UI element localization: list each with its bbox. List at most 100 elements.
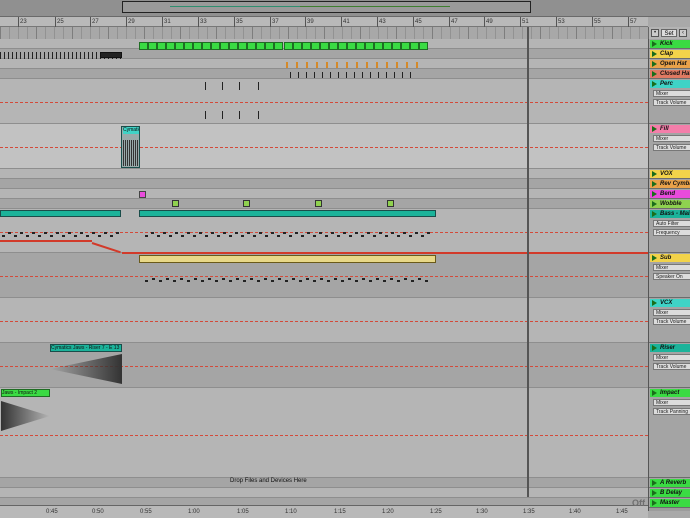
kick-clip[interactable]	[139, 42, 148, 50]
kick-clip[interactable]	[419, 42, 428, 50]
track-header[interactable]: Open Hat	[649, 59, 690, 69]
automation-chooser[interactable]: Mixer	[653, 399, 690, 406]
kick-clip[interactable]	[211, 42, 220, 50]
track-header[interactable]: Wobble	[649, 199, 690, 209]
track-fold-icon[interactable]	[652, 71, 657, 77]
track-fold-icon[interactable]	[652, 480, 657, 486]
track-lane[interactable]	[0, 179, 648, 189]
track-fold-icon[interactable]	[652, 181, 657, 187]
track-header[interactable]: VOX	[649, 169, 690, 179]
track-header[interactable]: Rev Cymbal	[649, 179, 690, 189]
kick-clip[interactable]	[265, 42, 274, 50]
track-header[interactable]: Perc Mixer Track Volume	[649, 79, 690, 124]
loop-end-marker[interactable]	[527, 27, 529, 497]
kick-clip[interactable]	[175, 42, 184, 50]
kick-clip[interactable]	[193, 42, 202, 50]
kick-clip[interactable]	[365, 42, 374, 50]
overview-visible-region[interactable]	[122, 1, 531, 13]
kick-clip[interactable]	[157, 42, 166, 50]
kick-clip[interactable]	[356, 42, 365, 50]
track-fold-icon[interactable]	[652, 61, 657, 67]
back-to-arrangement-icon[interactable]: •	[651, 29, 659, 37]
track-fold-icon[interactable]	[652, 191, 657, 197]
kick-clip[interactable]	[184, 42, 193, 50]
track-fold-icon[interactable]	[652, 126, 657, 132]
track-lane[interactable]	[0, 488, 648, 498]
track-header[interactable]: Fill Mixer Track Volume	[649, 124, 690, 169]
track-header[interactable]: VCX Mixer Track Volume	[649, 298, 690, 343]
automation-chooser[interactable]: Track Volume	[653, 144, 690, 151]
track-header[interactable]: Impact Mixer Track Panning	[649, 388, 690, 478]
impact-audio-clip[interactable]: Jaws - Impact 2	[0, 389, 50, 431]
track-header[interactable]: Master	[649, 498, 690, 508]
bass-clip[interactable]	[139, 210, 436, 217]
kick-clip[interactable]	[302, 42, 311, 50]
kick-clip[interactable]	[392, 42, 401, 50]
track-fold-icon[interactable]	[652, 345, 657, 351]
automation-chooser[interactable]: Track Volume	[653, 363, 690, 370]
kick-clip[interactable]	[229, 42, 238, 50]
track-fold-icon[interactable]	[652, 500, 657, 506]
track-lane[interactable]	[0, 49, 648, 59]
track-fold-icon[interactable]	[652, 41, 657, 47]
bend-clip[interactable]	[139, 191, 146, 198]
kick-clip[interactable]	[284, 42, 293, 50]
locator-set-button[interactable]: Set	[661, 29, 677, 37]
track-fold-icon[interactable]	[652, 51, 657, 57]
previous-locator-icon[interactable]: ‹	[679, 29, 687, 37]
automation-chooser[interactable]: Mixer	[653, 90, 690, 97]
automation-chooser[interactable]: Mixer	[653, 135, 690, 142]
track-header[interactable]: Bass - MainAuto FilterFrequency	[649, 209, 690, 253]
track-fold-icon[interactable]	[652, 300, 657, 306]
kick-clip[interactable]	[166, 42, 175, 50]
kick-clip[interactable]	[293, 42, 302, 50]
track-header[interactable]: Closed Hat	[649, 69, 690, 79]
kick-clip[interactable]	[374, 42, 383, 50]
kick-clip[interactable]	[247, 42, 256, 50]
automation-chooser[interactable]: Mixer	[653, 309, 690, 316]
track-lane[interactable]	[0, 478, 648, 488]
automation-chooser[interactable]: Track Panning	[653, 408, 690, 415]
automation-chooser[interactable]: Speaker On	[653, 273, 690, 280]
automation-chooser[interactable]: Mixer	[653, 354, 690, 361]
track-fold-icon[interactable]	[652, 81, 657, 87]
track-lane[interactable]	[0, 189, 648, 199]
track-header[interactable]: A Reverb	[649, 478, 690, 488]
kick-clip[interactable]	[410, 42, 419, 50]
kick-clip[interactable]	[401, 42, 410, 50]
kick-clip[interactable]	[320, 42, 329, 50]
wobble-clip[interactable]	[243, 200, 250, 207]
track-header[interactable]: Clap	[649, 49, 690, 59]
track-fold-icon[interactable]	[652, 201, 657, 207]
wobble-clip[interactable]	[315, 200, 322, 207]
kick-clip[interactable]	[256, 42, 265, 50]
track-lane[interactable]	[0, 169, 648, 179]
track-lane[interactable]	[0, 388, 648, 478]
arrangement-grid[interactable]: Cymatic Cymatics Jaws - Riser 7 - E 13 Jaw…	[0, 27, 648, 508]
track-header[interactable]: B Delay	[649, 488, 690, 498]
kick-clip[interactable]	[274, 42, 283, 50]
track-fold-icon[interactable]	[652, 211, 657, 217]
wobble-clip[interactable]	[172, 200, 179, 207]
kick-clip[interactable]	[311, 42, 320, 50]
track-lane[interactable]	[0, 59, 648, 69]
arrangement-overview[interactable]	[0, 0, 690, 17]
automation-chooser[interactable]: Track Volume	[653, 99, 690, 106]
sub-clip[interactable]	[139, 255, 436, 263]
kick-clip[interactable]	[338, 42, 347, 50]
time-ruler[interactable]: 0:45 0:50 0:55 1:00 1:05 1:10 1:15 1:20 1:25 1:30…	[0, 505, 648, 518]
bass-clip[interactable]	[0, 210, 121, 217]
track-lane[interactable]	[0, 69, 648, 79]
kick-clip[interactable]	[383, 42, 392, 50]
track-fold-icon[interactable]	[652, 490, 657, 496]
kick-clip[interactable]	[238, 42, 247, 50]
beat-ruler[interactable]: 23 25 27 29 31 33 35 37 39 41 43 45 47 49 51 53 55 57	[0, 17, 648, 27]
automation-chooser[interactable]: Frequency	[653, 229, 690, 236]
kick-clip[interactable]	[220, 42, 229, 50]
track-lane[interactable]	[0, 199, 648, 209]
track-header[interactable]: Sub Mixer Speaker On	[649, 253, 690, 298]
riser-audio-clip[interactable]: Cymatics Jaws - Riser 7 - E 13	[49, 344, 122, 386]
track-header[interactable]: Bend	[649, 189, 690, 199]
kick-clip[interactable]	[202, 42, 211, 50]
track-fold-icon[interactable]	[652, 171, 657, 177]
